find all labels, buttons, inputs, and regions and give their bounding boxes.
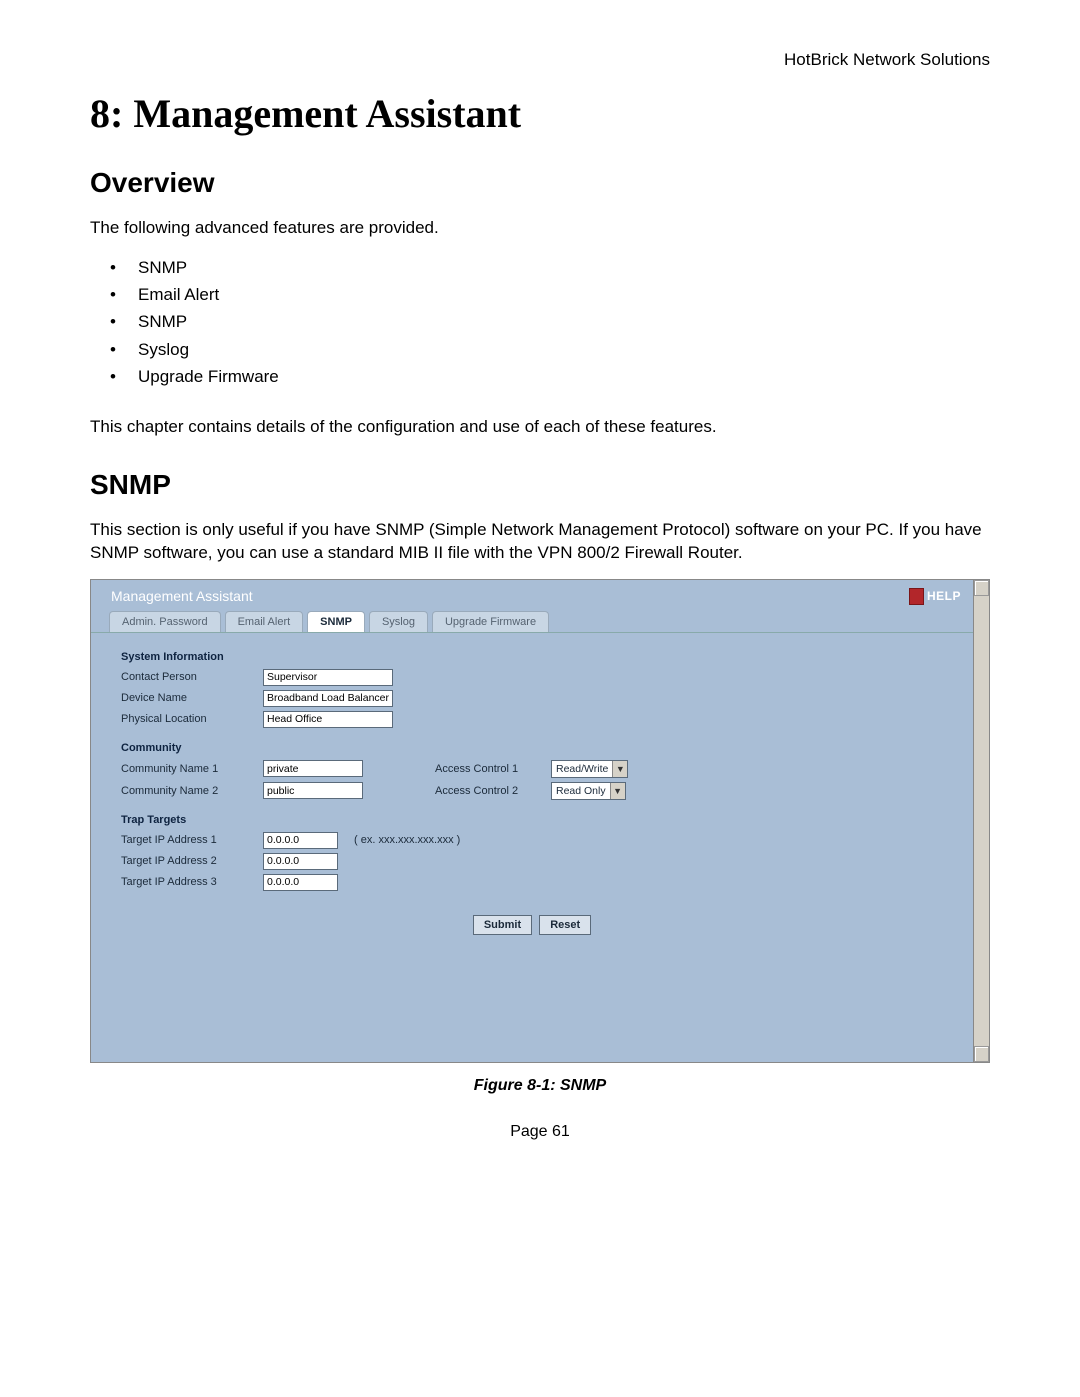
target-ip-3-label: Target IP Address 3 [121, 876, 251, 888]
overview-outro: This chapter contains details of the con… [90, 416, 990, 439]
list-item: SNMP [114, 308, 990, 335]
tab-email-alert[interactable]: Email Alert [225, 611, 304, 632]
reset-button[interactable]: Reset [539, 915, 591, 935]
access-control-2-label: Access Control 2 [435, 785, 545, 797]
access-control-2-select[interactable]: Read Only ▼ [551, 782, 626, 800]
community-name-1-label: Community Name 1 [121, 763, 251, 775]
submit-button[interactable]: Submit [473, 915, 532, 935]
help-label: HELP [927, 589, 961, 603]
physical-location-input[interactable] [263, 711, 393, 728]
snmp-screenshot: Management Assistant HELP Admin. Passwor… [90, 579, 990, 1063]
tab-bar: Admin. Password Email Alert SNMP Syslog … [91, 611, 989, 632]
device-name-input[interactable] [263, 690, 393, 707]
scrollbar[interactable] [973, 580, 989, 1062]
list-item: Syslog [114, 336, 990, 363]
contact-person-input[interactable] [263, 669, 393, 686]
page-header-right: HotBrick Network Solutions [90, 50, 990, 70]
access-control-1-select[interactable]: Read/Write ▼ [551, 760, 628, 778]
community-name-2-input[interactable] [263, 782, 363, 799]
contact-person-label: Contact Person [121, 671, 251, 683]
physical-location-label: Physical Location [121, 713, 251, 725]
tab-admin-password[interactable]: Admin. Password [109, 611, 221, 632]
target-ip-3-input[interactable] [263, 874, 338, 891]
overview-intro: The following advanced features are prov… [90, 217, 990, 240]
snmp-paragraph: This section is only useful if you have … [90, 519, 990, 565]
overview-bullets: SNMP Email Alert SNMP Syslog Upgrade Fir… [90, 254, 990, 390]
help-icon [909, 588, 924, 605]
tab-upgrade-firmware[interactable]: Upgrade Firmware [432, 611, 549, 632]
target-ip-1-input[interactable] [263, 832, 338, 849]
help-link[interactable]: HELP [909, 588, 961, 605]
community-name-2-label: Community Name 2 [121, 785, 251, 797]
trap-targets-title: Trap Targets [121, 814, 943, 826]
list-item: SNMP [114, 254, 990, 281]
access-control-1-value: Read/Write [556, 763, 608, 775]
chevron-down-icon: ▼ [612, 761, 627, 777]
list-item: Email Alert [114, 281, 990, 308]
tab-snmp[interactable]: SNMP [307, 611, 365, 632]
scroll-down-icon[interactable] [974, 1046, 989, 1062]
overview-heading: Overview [90, 167, 990, 199]
target-ip-hint: ( ex. xxx.xxx.xxx.xxx ) [354, 834, 460, 846]
target-ip-2-input[interactable] [263, 853, 338, 870]
community-title: Community [121, 742, 943, 754]
system-info-title: System Information [121, 651, 943, 663]
access-control-2-value: Read Only [556, 785, 606, 797]
form-body: System Information Contact Person Device… [91, 632, 973, 1062]
device-name-label: Device Name [121, 692, 251, 704]
scroll-up-icon[interactable] [974, 580, 989, 596]
tab-syslog[interactable]: Syslog [369, 611, 428, 632]
list-item: Upgrade Firmware [114, 363, 990, 390]
target-ip-1-label: Target IP Address 1 [121, 834, 251, 846]
chapter-title: 8: Management Assistant [90, 90, 990, 137]
chevron-down-icon: ▼ [610, 783, 625, 799]
snmp-heading: SNMP [90, 469, 990, 501]
access-control-1-label: Access Control 1 [435, 763, 545, 775]
page-number: Page 61 [90, 1123, 990, 1141]
target-ip-2-label: Target IP Address 2 [121, 855, 251, 867]
panel-title: Management Assistant [111, 588, 253, 604]
figure-caption: Figure 8-1: SNMP [90, 1077, 990, 1095]
community-name-1-input[interactable] [263, 760, 363, 777]
